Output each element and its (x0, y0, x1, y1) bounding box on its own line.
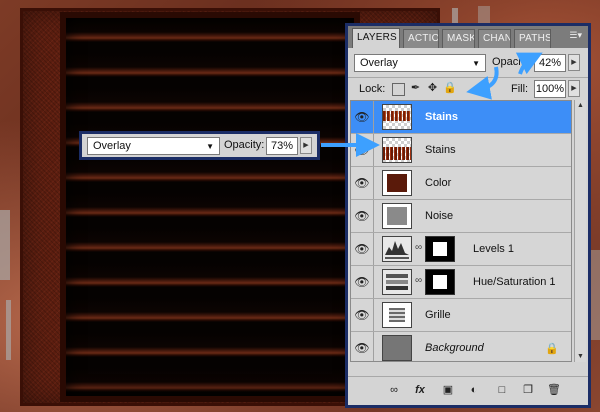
layer-thumbnail (382, 335, 412, 361)
layer-name: Hue/Saturation 1 (473, 276, 556, 288)
lock-row: Lock: ✒ ✥ 🔒 Fill: 100% ▶ (348, 77, 588, 100)
blend-options-callout: Overlay ▼ Opacity: 73% ▶ (79, 131, 320, 160)
layer-name: Color (425, 177, 452, 189)
opacity-input[interactable]: 42% (534, 54, 566, 72)
layer-name: Stains (425, 111, 459, 123)
lock-icon: 🔒 (545, 343, 559, 355)
eye-icon[interactable]: 👁 (351, 101, 374, 133)
layer-name: Levels 1 (473, 243, 514, 255)
lock-paint-icon[interactable]: ✒ (409, 82, 422, 95)
eye-icon[interactable]: 👁 (351, 299, 374, 331)
tab-channels[interactable]: CHAN (478, 29, 511, 48)
fill-label: Fill: (511, 83, 529, 95)
panel-footer: ∞ fx ▣ ◐ □ ❐ 🗑 (348, 376, 588, 405)
layer-row-color[interactable]: 👁 Color (351, 167, 571, 200)
callout-blend-mode-value: Overlay (93, 140, 131, 152)
opacity-stepper[interactable]: ▶ (568, 54, 580, 71)
eye-icon[interactable]: 👁 (351, 233, 374, 265)
panel-tab-bar: LAYERS ACTIO MASK CHAN PATHS ☰▾ (348, 26, 588, 48)
callout-opacity-stepper[interactable]: ▶ (300, 137, 312, 154)
layer-name: Stains (425, 144, 456, 156)
grille-slats (66, 18, 354, 396)
levels-adjustment-icon (382, 236, 412, 262)
eye-icon[interactable]: 👁 (351, 134, 374, 166)
add-mask-icon[interactable]: ▣ (440, 383, 456, 397)
layer-thumbnail (382, 203, 412, 229)
chain-link-icon[interactable]: ∞ (415, 275, 422, 286)
paint-streak (6, 300, 11, 360)
paint-streak (590, 250, 600, 340)
hue-saturation-adjustment-icon (382, 269, 412, 295)
layer-name: Grille (425, 309, 451, 321)
layer-row-stains[interactable]: 👁 Stains (351, 134, 571, 167)
delete-layer-icon[interactable]: 🗑 (546, 383, 562, 397)
new-group-icon[interactable]: □ (494, 383, 510, 397)
eye-icon[interactable]: 👁 (351, 332, 374, 361)
eye-icon[interactable]: 👁 (351, 266, 374, 298)
eye-icon[interactable]: 👁 (351, 200, 374, 232)
tab-layers[interactable]: LAYERS (352, 28, 400, 48)
callout-blend-mode-select[interactable]: Overlay ▼ (87, 137, 220, 155)
chevron-down-icon: ▼ (206, 142, 214, 151)
scroll-down-icon[interactable]: ▼ (575, 351, 586, 362)
tab-masks[interactable]: MASK (442, 29, 475, 48)
layers-scrollbar[interactable]: ▲ ▼ (574, 100, 586, 362)
callout-opacity-label: Opacity: (224, 139, 265, 151)
layer-row-levels[interactable]: 👁 ∞ Levels 1 (351, 233, 571, 266)
paint-streak (0, 210, 10, 280)
blend-mode-select[interactable]: Overlay ▼ (354, 54, 486, 72)
layer-thumbnail (382, 170, 412, 196)
lock-all-icon[interactable]: 🔒 (443, 82, 457, 95)
layer-row-stains-top[interactable]: 👁 Stains (351, 101, 571, 134)
chain-link-icon[interactable]: ∞ (415, 242, 422, 253)
new-layer-icon[interactable]: ❐ (520, 383, 536, 397)
opacity-label: Opacity: (492, 56, 533, 68)
blend-row: Overlay ▼ Opacity: 42% ▶ (348, 50, 588, 76)
layer-thumbnail (382, 104, 412, 130)
lock-label: Lock: (359, 83, 386, 95)
fx-icon[interactable]: fx (412, 383, 428, 397)
fill-stepper[interactable]: ▶ (568, 80, 580, 97)
layer-row-background[interactable]: 👁 Background 🔒 (351, 332, 571, 361)
lock-transparency-icon[interactable] (392, 83, 405, 96)
tab-paths[interactable]: PATHS (514, 29, 551, 48)
chevron-down-icon: ▼ (472, 59, 480, 68)
blend-mode-value: Overlay (360, 57, 398, 69)
layers-panel: LAYERS ACTIO MASK CHAN PATHS ☰▾ Overlay … (345, 23, 591, 408)
scroll-up-icon[interactable]: ▲ (575, 100, 586, 111)
panel-menu-icon[interactable]: ☰▾ (569, 30, 582, 41)
lock-move-icon[interactable]: ✥ (426, 82, 439, 95)
tab-actions[interactable]: ACTIO (403, 29, 439, 48)
layer-row-hue-saturation[interactable]: 👁 ∞ Hue/Saturation 1 (351, 266, 571, 299)
adjustment-layer-icon[interactable]: ◐ (466, 383, 482, 397)
layer-row-noise[interactable]: 👁 Noise (351, 200, 571, 233)
layers-list: 👁 Stains 👁 Stains 👁 Color 👁 Noise 👁 ∞ Le… (350, 100, 572, 362)
paint-streak (478, 6, 490, 24)
layer-row-grille[interactable]: 👁 Grille (351, 299, 571, 332)
layer-thumbnail (382, 137, 412, 163)
eye-icon[interactable]: 👁 (351, 167, 374, 199)
layer-thumbnail (382, 302, 412, 328)
fill-input[interactable]: 100% (534, 80, 566, 98)
layer-name: Background (425, 342, 484, 354)
layer-mask-thumbnail[interactable] (425, 236, 455, 262)
link-layers-icon[interactable]: ∞ (386, 383, 402, 397)
layer-name: Noise (425, 210, 454, 222)
layer-mask-thumbnail[interactable] (425, 269, 455, 295)
callout-opacity-input[interactable]: 73% (266, 137, 298, 155)
